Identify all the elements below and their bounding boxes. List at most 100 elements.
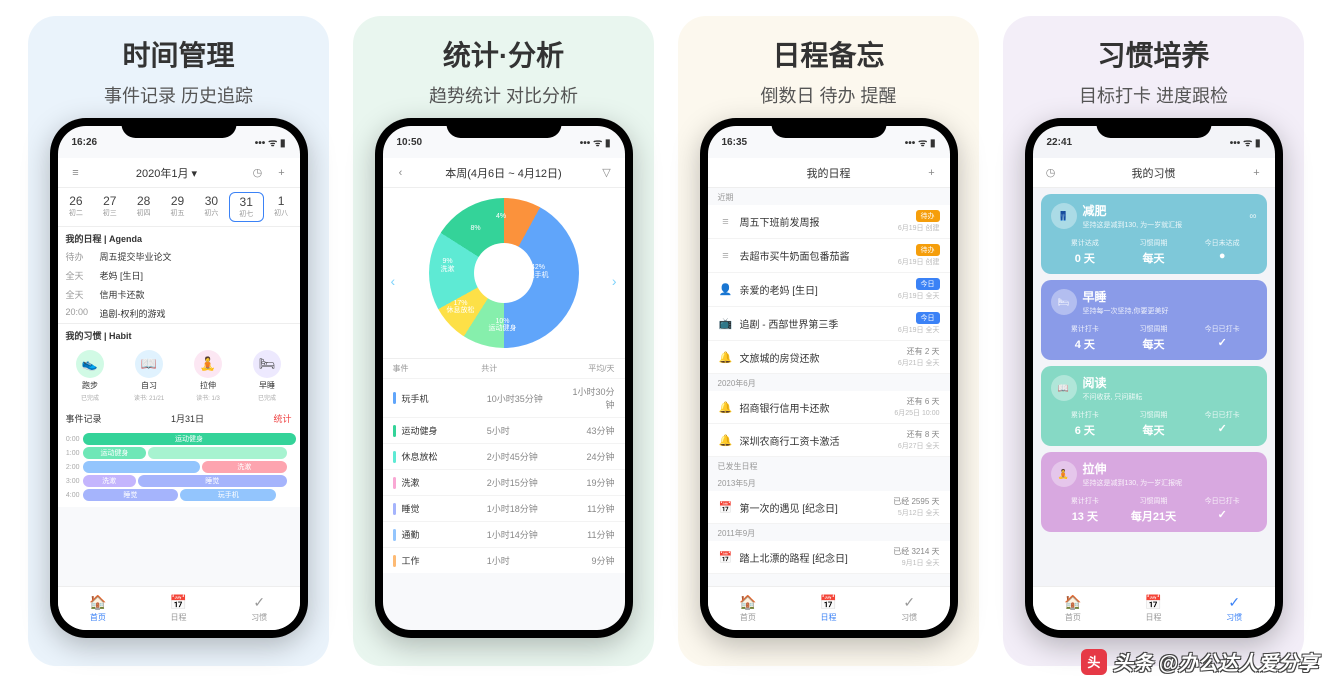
watermark: 头 头条 @办公达人爱分享: [1081, 647, 1318, 676]
panel-title: 习惯培养: [1097, 34, 1209, 74]
calendar-day[interactable]: 28初四: [127, 192, 160, 222]
section-label: 2013年5月: [708, 474, 950, 491]
tab-首页[interactable]: 🏠首页: [1033, 587, 1114, 630]
habit-card[interactable]: 🧘拉伸坚持这是减到130, 为一岁汇报呢累计打卡13 天习惯周期每月21天今日已…: [1041, 452, 1267, 532]
habit-quick[interactable]: 👟跑步已完成: [64, 350, 117, 402]
habit-card[interactable]: 👖减肥坚持这是减到130, 为一岁就汇报∞累计达成0 天习惯周期每天今日未达成●: [1041, 194, 1267, 274]
segment-label: 8%: [471, 225, 481, 233]
timeline-bar[interactable]: 运动健身: [83, 433, 296, 445]
calendar-day[interactable]: 27初三: [93, 192, 126, 222]
habit-icon: 📖: [1051, 375, 1077, 401]
habit-card[interactable]: 🛏早睡坚持每一次坚持,你要更美好累计打卡4 天习惯周期每天今日已打卡✓: [1041, 280, 1267, 360]
prev-arrow-icon[interactable]: ‹: [391, 273, 396, 289]
calendar-day[interactable]: 1初八: [265, 192, 298, 222]
timeline-bar[interactable]: 玩手机: [180, 489, 276, 501]
schedule-item[interactable]: 🔔招商银行信用卡还款还有 6 天6月25日 10:00: [708, 391, 950, 424]
record-stats-link[interactable]: 统计: [273, 412, 291, 425]
timeline-bar[interactable]: 运动健身: [83, 447, 147, 459]
tab-日程[interactable]: 📅日程: [138, 587, 219, 630]
timeline-bar[interactable]: 睡觉: [138, 475, 287, 487]
calendar-day[interactable]: 29初五: [161, 192, 194, 222]
stat-row[interactable]: 玩手机10小时35分钟1小时30分钟: [383, 378, 625, 417]
status-time: 16:35: [722, 137, 748, 148]
schedule-item[interactable]: 🔔文旅城的房贷还款还有 2 天6月21日 全天: [708, 341, 950, 374]
agenda-item[interactable]: 全天信用卡还款: [58, 285, 300, 304]
schedule-item[interactable]: 📅第一次的遇见 [纪念日]已经 2595 天5月12日 全天: [708, 491, 950, 524]
habit-quick[interactable]: 📖自习读书: 21/21: [123, 350, 176, 402]
segment-label: 17%休息放松: [447, 300, 475, 315]
tab-习惯[interactable]: ✓习惯: [219, 587, 300, 630]
schedule-item[interactable]: ≡去超市买牛奶面包番茄酱待办6月19日 创建: [708, 239, 950, 273]
timeline-bar[interactable]: [83, 461, 200, 473]
agenda-item[interactable]: 20:00追剧-权利的游戏: [58, 304, 300, 323]
schedule-item[interactable]: 📺追剧 - 西部世界第三季今日6月19日 全天: [708, 307, 950, 341]
schedule-item[interactable]: 📅踏上北漂的路程 [纪念日]已经 3214 天9月1日 全天: [708, 541, 950, 574]
status-icons: ••• ᯤ ▮: [255, 135, 286, 149]
screen-habits: 22:41 ••• ᯤ ▮ ◷ 我的习惯 + 👖减肥坚持这是减到130, 为一岁…: [1033, 126, 1275, 630]
tab-首页[interactable]: 🏠首页: [58, 587, 139, 630]
habit-quick[interactable]: 🧘拉伸读书: 1/3: [182, 350, 235, 402]
tab-日程[interactable]: 📅日程: [788, 587, 869, 630]
menu-icon[interactable]: ≡: [66, 163, 86, 183]
calendar-day[interactable]: 31初七: [229, 192, 264, 222]
week-title: 本周(4月6日 ~ 4月12日): [445, 165, 561, 181]
item-icon: 🔔: [718, 399, 734, 415]
timeline-bar[interactable]: 睡觉: [83, 489, 179, 501]
timeline-bar[interactable]: 洗漱: [83, 475, 136, 487]
clock-icon[interactable]: ◷: [1041, 163, 1061, 183]
agenda-item[interactable]: 待办周五提交毕业论文: [58, 247, 300, 266]
item-icon: ≡: [718, 248, 734, 264]
tab-首页[interactable]: 🏠首页: [708, 587, 789, 630]
history-icon[interactable]: ◷: [247, 163, 267, 183]
habit-card[interactable]: 📖阅读不问收获, 只问耕耘累计打卡6 天习惯周期每天今日已打卡✓: [1041, 366, 1267, 446]
timeline-bar[interactable]: 洗漱: [202, 461, 287, 473]
record-label: 事件记录: [66, 412, 102, 425]
tab-日程[interactable]: 📅日程: [1113, 587, 1194, 630]
section-label: 2020年6月: [708, 374, 950, 391]
donut: 42%玩手机 10%运动健身 17%休息放松 9%洗漱 8% 4%: [429, 198, 579, 348]
calendar-day[interactable]: 30初六: [195, 192, 228, 222]
timeline-row: 1:00运动健身: [62, 447, 296, 459]
status-icons: ••• ᯤ ▮: [1230, 135, 1261, 149]
screen-home: 16:26 ••• ᯤ ▮ ≡ 2020年1月 ▾ ◷ + 26初二27初三28…: [58, 126, 300, 630]
habit-quick[interactable]: 🛏早睡已完成: [241, 350, 294, 402]
next-arrow-icon[interactable]: ›: [612, 273, 617, 289]
item-icon: 👤: [718, 282, 734, 298]
tab-习惯[interactable]: ✓习惯: [869, 587, 950, 630]
stat-row[interactable]: 睡觉1小时18分钟11分钟: [383, 495, 625, 521]
month-picker[interactable]: 2020年1月 ▾: [136, 165, 197, 181]
calendar-week-row: 26初二27初三28初四29初五30初六31初七1初八: [58, 188, 300, 226]
timeline-row: 0:00运动健身: [62, 433, 296, 445]
screen-schedule: 16:35 ••• ᯤ ▮ 我的日程 + 近期≡周五下班前发周报待办6月19日 …: [708, 126, 950, 630]
stat-row[interactable]: 通勤1小时14分钟11分钟: [383, 521, 625, 547]
tabbar: 🏠首页📅日程✓习惯: [58, 586, 300, 630]
menu-icon[interactable]: [716, 163, 736, 183]
stat-row[interactable]: 洗漱2小时15分钟19分钟: [383, 469, 625, 495]
add-icon[interactable]: +: [271, 163, 291, 183]
panel-subtitle: 倒数日 待办 提醒: [760, 82, 896, 108]
back-icon[interactable]: ‹: [391, 163, 411, 183]
filter-icon[interactable]: ▽: [596, 163, 616, 183]
stat-table-header: 事件 共计 平均/天: [383, 358, 625, 378]
panels-container: 时间管理 事件记录 历史追踪 16:26 ••• ᯤ ▮ ≡ 2020年1月 ▾…: [0, 0, 1332, 682]
panel-title: 统计·分析: [443, 34, 564, 74]
section-label: 已发生日程: [708, 457, 950, 474]
phone-mock: 16:35 ••• ᯤ ▮ 我的日程 + 近期≡周五下班前发周报待办6月19日 …: [700, 118, 958, 638]
notch: [1096, 118, 1211, 138]
schedule-item[interactable]: 🔔深圳农商行工资卡激活还有 8 天6月27日 全天: [708, 424, 950, 457]
habit-link-icon[interactable]: ∞: [1249, 211, 1256, 222]
agenda-item[interactable]: 全天老妈 [生日]: [58, 266, 300, 285]
add-icon[interactable]: +: [1247, 163, 1267, 183]
status-time: 16:26: [72, 137, 98, 148]
stat-row[interactable]: 工作1小时9分钟: [383, 547, 625, 573]
stat-row[interactable]: 休息放松2小时45分钟24分钟: [383, 443, 625, 469]
tab-习惯[interactable]: ✓习惯: [1194, 587, 1275, 630]
calendar-day[interactable]: 26初二: [60, 192, 93, 222]
schedule-item[interactable]: 👤亲爱的老妈 [生日]今日6月19日 全天: [708, 273, 950, 307]
add-icon[interactable]: +: [922, 163, 942, 183]
timeline-bar[interactable]: [148, 447, 286, 459]
schedule-item[interactable]: ≡周五下班前发周报待办6月19日 创建: [708, 205, 950, 239]
panel-time-management: 时间管理 事件记录 历史追踪 16:26 ••• ᯤ ▮ ≡ 2020年1月 ▾…: [28, 16, 329, 666]
stat-row[interactable]: 运动健身5小时43分钟: [383, 417, 625, 443]
segment-label: 10%运动健身: [489, 318, 517, 333]
